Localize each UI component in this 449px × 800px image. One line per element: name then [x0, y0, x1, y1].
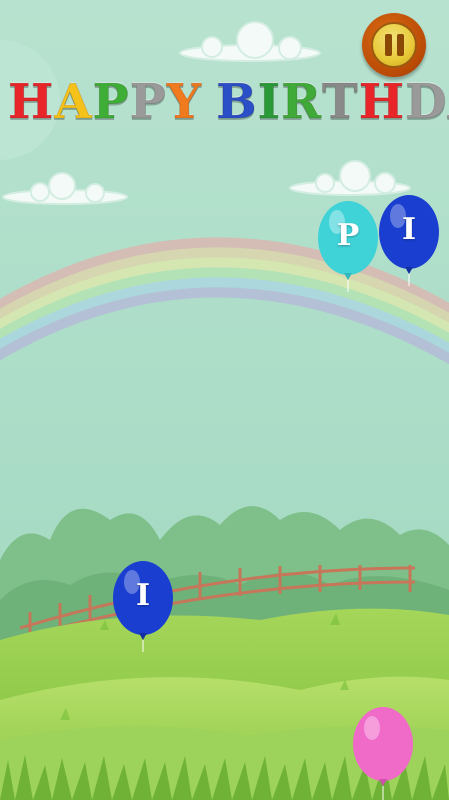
- pause-button[interactable]: [362, 13, 426, 77]
- pause-bar: [397, 34, 404, 56]
- balloon-letter: P: [336, 218, 360, 253]
- title-letter: A: [54, 74, 93, 130]
- title-letter: H: [7, 74, 55, 130]
- title-letter: R: [281, 74, 322, 130]
- balloon-shape: [353, 707, 413, 800]
- title-happy-birthday: HAPPY BIRTHDAY: [7, 74, 449, 130]
- title-letter: Y: [166, 74, 203, 130]
- title-letter: [202, 78, 216, 126]
- title-letter: D: [405, 74, 448, 130]
- balloon-letter: I: [135, 578, 151, 613]
- balloon-pink[interactable]: [352, 706, 414, 800]
- balloon-p[interactable]: P: [317, 200, 379, 292]
- title-letter: H: [358, 74, 406, 130]
- title-letter: P: [129, 74, 167, 130]
- balloon-i[interactable]: I: [112, 560, 174, 652]
- pause-bar: [385, 34, 392, 56]
- title-letter: P: [92, 74, 130, 130]
- pause-icon: [371, 22, 417, 68]
- balloon-i[interactable]: I: [378, 194, 440, 286]
- title-letter: T: [321, 74, 359, 130]
- title-letter: I: [257, 74, 282, 130]
- game-scene: HAPPY BIRTHDAY P I: [0, 0, 449, 800]
- balloon-letter: I: [401, 212, 417, 247]
- title-letter: B: [216, 74, 258, 130]
